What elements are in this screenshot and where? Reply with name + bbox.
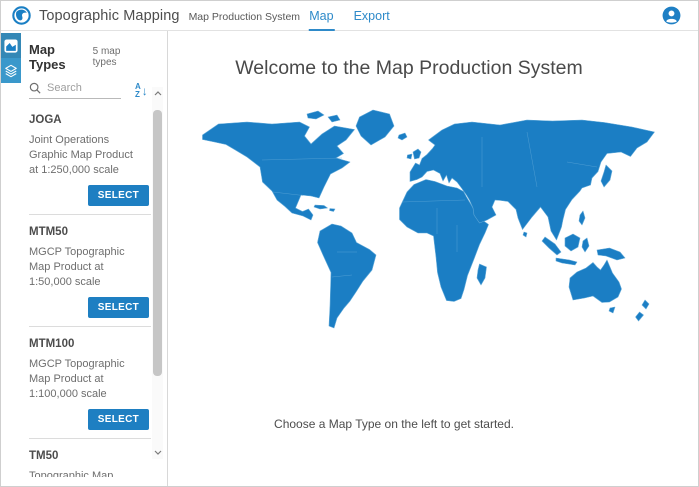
map-type-description: Topographic Map Product at 1:50,000 scal…	[29, 469, 145, 477]
map-type-count: 5 map types	[93, 46, 145, 68]
instruction-text: Choose a Map Type on the left to get sta…	[129, 417, 659, 431]
map-type-description: MGCP Topographic Map Product at 1:100,00…	[29, 357, 145, 402]
panel-title: Map Types	[29, 42, 93, 72]
tool-strip	[1, 33, 21, 83]
layers-icon[interactable]	[1, 58, 21, 83]
search-placeholder: Search	[47, 82, 82, 94]
map-type-card-tm50: TM50 Topographic Map Product at 1:50,000…	[29, 439, 151, 477]
select-button[interactable]: SELECT	[88, 185, 149, 206]
scrollbar-track[interactable]	[153, 100, 162, 446]
scrollbar-thumb[interactable]	[153, 110, 162, 376]
content-area: Map Types 5 map types Search AZ ↓	[1, 31, 698, 487]
map-type-name: MTM100	[29, 334, 151, 350]
app-title: Topographic Mapping	[39, 8, 180, 24]
map-type-description: MGCP Topographic Map Product at 1:50,000…	[29, 245, 145, 290]
tab-export[interactable]: Export	[353, 3, 391, 31]
app-subtitle: Map Production System	[189, 9, 300, 23]
scroll-up-icon[interactable]	[154, 87, 162, 100]
welcome-screen: Welcome to the Map Production System	[168, 31, 698, 487]
map-types-tool-icon[interactable]	[1, 33, 21, 58]
map-type-name: JOGA	[29, 110, 151, 126]
map-type-description: Joint Operations Graphic Map Product at …	[29, 133, 145, 178]
main-tabs: Map Export	[308, 1, 390, 31]
welcome-heading: Welcome to the Map Production System	[144, 57, 674, 80]
search-icon	[29, 82, 41, 94]
map-type-card-joga: JOGA Joint Operations Graphic Map Produc…	[29, 103, 151, 215]
world-map-graphic	[187, 102, 657, 342]
app-logo-globe-icon	[12, 6, 31, 25]
list-scrollbar[interactable]	[152, 87, 163, 459]
map-type-card-mtm50: MTM50 MGCP Topographic Map Product at 1:…	[29, 215, 151, 327]
tab-map[interactable]: Map	[308, 3, 334, 31]
user-avatar-icon[interactable]	[662, 6, 681, 25]
sort-az-icon[interactable]: AZ ↓	[135, 83, 148, 99]
select-button[interactable]: SELECT	[88, 297, 149, 318]
app-window: Topographic Mapping Map Production Syste…	[0, 0, 699, 487]
app-header: Topographic Mapping Map Production Syste…	[1, 1, 698, 31]
search-row: Search AZ ↓	[29, 82, 159, 99]
scroll-down-icon[interactable]	[154, 446, 162, 459]
map-type-name: TM50	[29, 446, 151, 462]
map-type-name: MTM50	[29, 222, 151, 238]
search-input[interactable]: Search	[29, 82, 121, 99]
